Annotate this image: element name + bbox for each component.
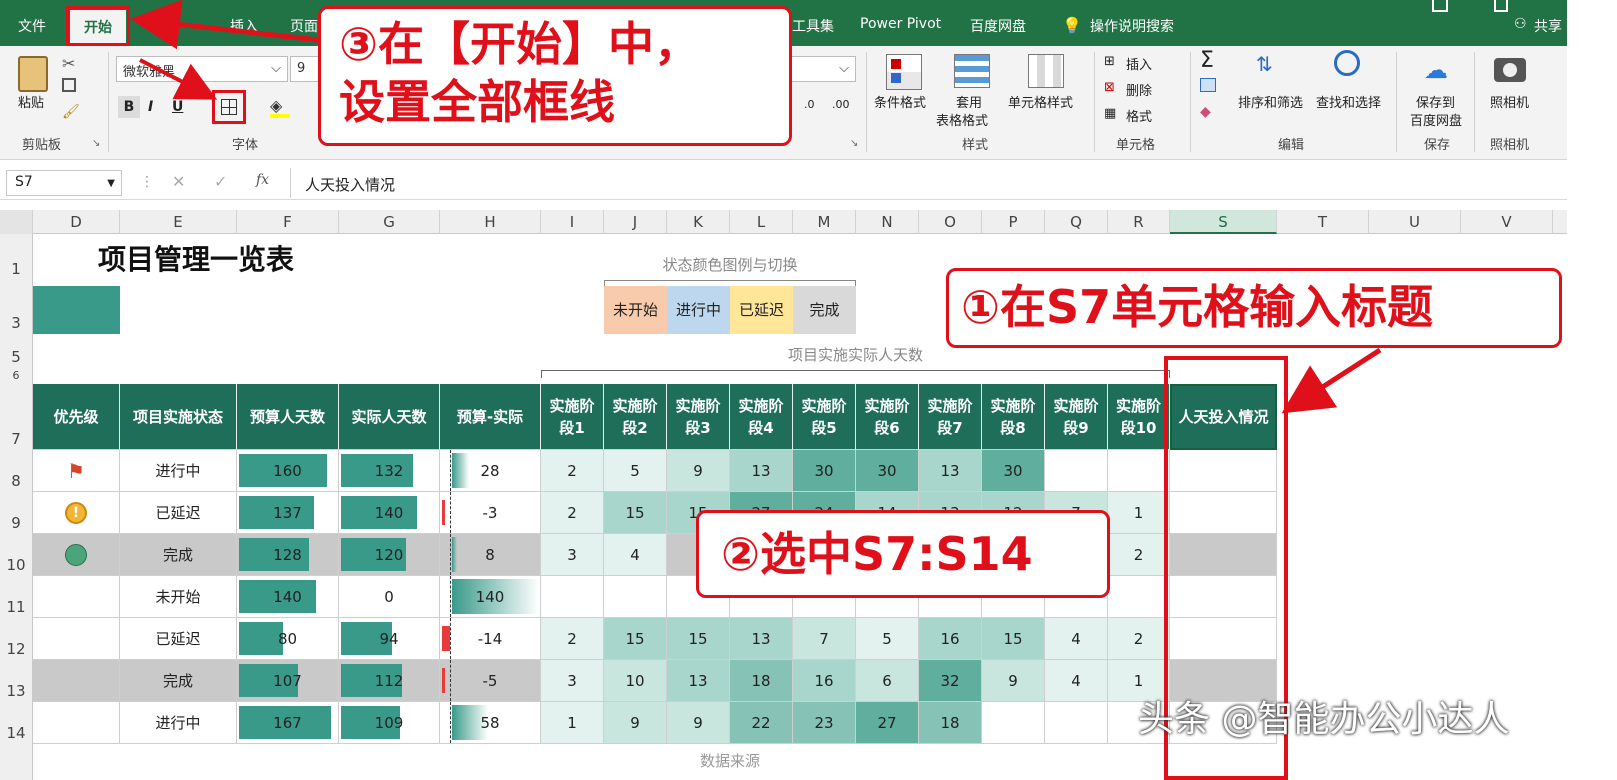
cell-value: 140 bbox=[374, 503, 404, 522]
cell-value: 120 bbox=[374, 545, 404, 564]
arrow-to-home-tab bbox=[130, 0, 319, 50]
cell-value: 80 bbox=[277, 629, 298, 648]
annotation-arrows bbox=[130, 0, 1382, 414]
cell-value: 112 bbox=[374, 671, 404, 690]
cell-value: 140 bbox=[273, 587, 302, 606]
cell-value: 8 bbox=[485, 545, 495, 564]
cell-value: 94 bbox=[379, 629, 399, 648]
cell-value: 28 bbox=[480, 461, 500, 480]
home-tab-highlight bbox=[66, 6, 130, 46]
watermark-text: 头条 @智能办公小达人 bbox=[1138, 699, 1510, 740]
arrow-to-border-button bbox=[139, 58, 218, 100]
cell-value: 58 bbox=[480, 713, 500, 732]
cell-value: 137 bbox=[273, 503, 302, 522]
cell-value: -14 bbox=[477, 629, 503, 648]
cell-value: 160 bbox=[273, 461, 302, 480]
cell-value: 167 bbox=[273, 713, 302, 732]
cell-value: 128 bbox=[273, 545, 302, 564]
cell-value: 107 bbox=[273, 671, 302, 690]
cell-value: 0 bbox=[384, 587, 394, 606]
cell-value: -3 bbox=[482, 503, 498, 522]
excel-window: 文件 开始 插入 页面 工具集 Power Pivot 百度网盘 💡 操作说明搜… bbox=[0, 0, 1617, 780]
cell-value: 132 bbox=[374, 461, 404, 480]
cell-value: 109 bbox=[374, 713, 404, 732]
cell-value: 140 bbox=[475, 587, 505, 606]
arrow-to-s7 bbox=[1281, 347, 1382, 414]
cell-value: -5 bbox=[482, 671, 498, 690]
